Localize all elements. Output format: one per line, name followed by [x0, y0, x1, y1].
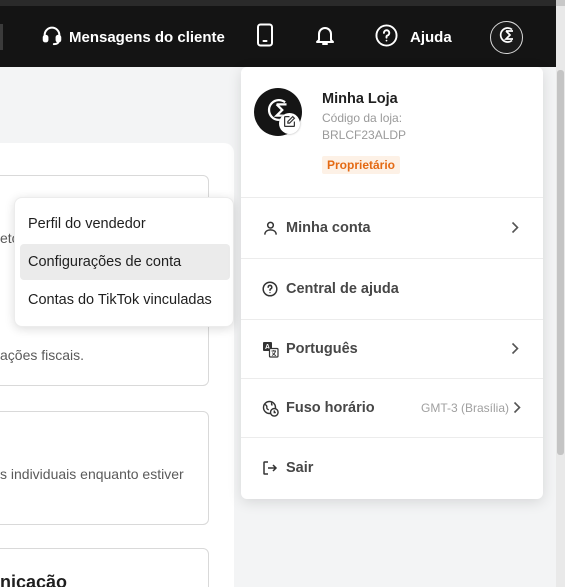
store-code-label: Código da loja:	[322, 111, 403, 125]
menu-item-linked-tiktok-accounts[interactable]: Contas do TikTok vinculadas	[20, 282, 230, 318]
phone-icon	[255, 23, 275, 51]
partial-text: s individuais enquanto estiver	[0, 466, 184, 482]
browser-edge	[0, 0, 556, 6]
chevron-right-icon	[511, 221, 519, 239]
divider	[241, 319, 543, 320]
help-label: Ajuda	[410, 28, 452, 46]
divider	[241, 258, 543, 259]
help-center-label: Central de ajuda	[286, 281, 399, 297]
translate-icon: A	[261, 340, 279, 358]
role-badge: Proprietário	[322, 156, 401, 174]
logout-icon	[261, 459, 279, 477]
my-account-label: Minha conta	[286, 220, 371, 236]
store-name: Minha Loja	[322, 91, 398, 107]
account-avatar-button[interactable]	[490, 21, 523, 54]
menu-item-seller-profile[interactable]: Perfil do vendedor	[20, 206, 230, 242]
customer-messages-button[interactable]: Mensagens do cliente	[41, 22, 225, 52]
topbar-left-edge	[0, 24, 3, 50]
user-icon	[261, 219, 279, 237]
headset-icon	[41, 24, 69, 50]
chevron-right-icon	[513, 401, 521, 419]
menu-item-account-settings[interactable]: Configurações de conta	[20, 244, 230, 280]
notifications-button[interactable]	[313, 22, 337, 52]
timezone-label: Fuso horário	[286, 400, 375, 416]
help-icon	[375, 23, 410, 51]
divider	[241, 197, 543, 198]
account-context-menu: Perfil do vendedor Configurações de cont…	[14, 197, 234, 327]
menu-language[interactable]: A Português	[241, 327, 543, 371]
edit-avatar-button[interactable]	[279, 113, 300, 134]
help-button[interactable]: Ajuda	[375, 22, 452, 52]
language-label: Português	[286, 341, 358, 357]
divider	[241, 437, 543, 438]
globe-clock-icon	[261, 399, 279, 417]
customer-messages-label: Mensagens do cliente	[69, 28, 225, 46]
partial-text: ações fiscais.	[0, 347, 85, 363]
menu-my-account[interactable]: Minha conta	[241, 206, 543, 250]
menu-logout[interactable]: Sair	[241, 446, 543, 490]
scrollbar-top-edge	[556, 0, 565, 6]
store-code: BRLCF23ALDP	[322, 128, 407, 142]
menu-help-center[interactable]: Central de ajuda	[241, 267, 543, 311]
chevron-right-icon	[511, 342, 519, 360]
timezone-value: GMT-3 (Brasília)	[420, 401, 509, 415]
edit-icon	[283, 115, 296, 133]
store-logo-icon	[495, 23, 519, 52]
bell-icon	[313, 23, 337, 51]
scrollbar-thumb[interactable]	[557, 70, 564, 455]
help-circle-icon	[261, 280, 279, 298]
menu-timezone[interactable]: Fuso horário GMT-3 (Brasília)	[241, 386, 543, 430]
mobile-app-button[interactable]	[255, 22, 275, 52]
partial-heading: nicação	[0, 572, 68, 587]
account-dropdown: Minha Loja Código da loja: BRLCF23ALDP P…	[241, 67, 543, 499]
logout-label: Sair	[286, 460, 314, 476]
divider	[241, 378, 543, 379]
